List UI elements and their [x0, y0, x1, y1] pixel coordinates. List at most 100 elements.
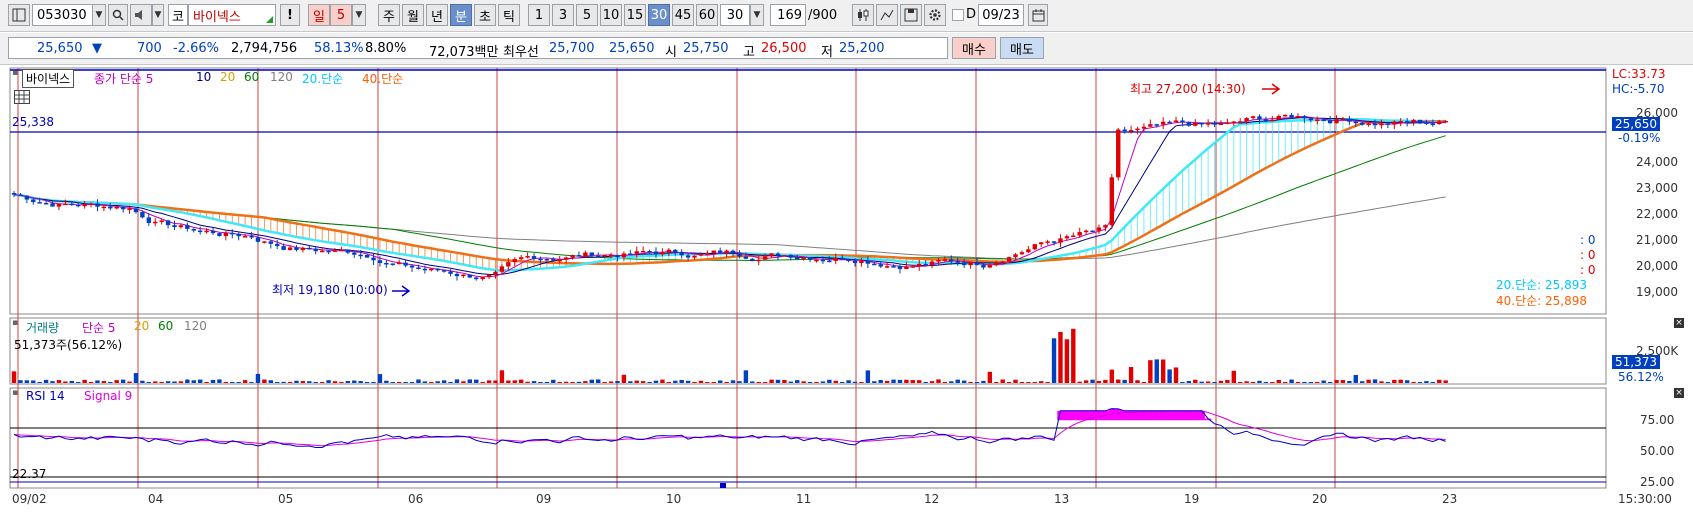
period-dropdown[interactable]: ▼: [352, 4, 366, 26]
legend-vol-ma5: 단순 5: [82, 321, 116, 335]
volume-bar: [1109, 369, 1115, 383]
candle-body: [191, 228, 196, 231]
candle-body: [531, 256, 537, 259]
volume-bar: [1051, 338, 1057, 383]
close-icon[interactable]: ×: [1674, 318, 1684, 328]
legend-close-ma5: 종가 단순 5: [94, 72, 154, 86]
candle-body: [525, 256, 530, 258]
stock-code-input[interactable]: 053030: [32, 4, 94, 26]
interval-button-1[interactable]: 1: [528, 4, 550, 26]
stock-name-field[interactable]: 바이넥스: [188, 4, 276, 26]
candle-body: [1238, 121, 1243, 123]
draw-tool-icon[interactable]: [876, 4, 898, 26]
y-tick: 23,000: [1636, 181, 1678, 195]
interval-button-60[interactable]: 60: [696, 4, 718, 26]
period-week-button[interactable]: 주: [378, 4, 400, 26]
period-value-field[interactable]: 5: [330, 4, 352, 26]
volume-bar: [904, 379, 909, 383]
candle-body: [801, 257, 806, 260]
interval-button-5[interactable]: 5: [576, 4, 598, 26]
candle-body: [1103, 225, 1108, 228]
volume-bar: [43, 379, 49, 383]
save-icon[interactable]: [900, 4, 922, 26]
candle-body: [1180, 120, 1185, 122]
volume-bar: [987, 371, 993, 383]
price-panel-frame: [9, 67, 1607, 315]
stock-code-dropdown[interactable]: ▼: [92, 4, 106, 26]
period-month-button[interactable]: 월: [402, 4, 424, 26]
candle-body: [204, 230, 209, 233]
sell-button[interactable]: 매도: [1000, 37, 1044, 59]
candle-body: [197, 230, 203, 233]
interval-dropdown[interactable]: ▼: [750, 4, 764, 26]
period-second-button[interactable]: 초: [474, 4, 496, 26]
candle-body: [249, 236, 254, 238]
volume-bar: [762, 382, 768, 383]
table-icon[interactable]: [14, 90, 30, 107]
date-input[interactable]: 09/23: [978, 4, 1024, 26]
speaker-icon[interactable]: [130, 4, 152, 26]
volume-bar: [486, 380, 492, 383]
layout-icon[interactable]: [8, 4, 30, 26]
alert-button[interactable]: !: [280, 4, 300, 26]
volume-bar: [1218, 380, 1224, 383]
volume-bar: [852, 381, 858, 383]
period-minute-button[interactable]: 분: [450, 4, 472, 26]
candle-body: [1225, 122, 1230, 124]
candle-body: [1090, 230, 1095, 233]
date-checkbox[interactable]: [952, 9, 964, 21]
volume-bar: [441, 380, 447, 383]
volume-bar: [82, 379, 87, 383]
volume-bar: [1193, 379, 1198, 383]
candle-body: [1154, 124, 1159, 126]
close-icon[interactable]: ×: [1674, 388, 1684, 398]
volume-bar: [615, 381, 620, 383]
calendar-icon[interactable]: [1028, 4, 1048, 26]
high-label: 고: [743, 45, 755, 60]
volume-bar: [50, 381, 55, 383]
volume-current-tag: 51,373: [1612, 355, 1660, 369]
volume-bar: [1212, 382, 1217, 383]
interval-button-30[interactable]: 30: [648, 4, 670, 26]
volume-bar: [1424, 381, 1429, 383]
volume-bar: [634, 380, 639, 383]
candle-body: [1424, 122, 1429, 124]
date-prefix: D: [966, 7, 977, 22]
candle-body: [223, 232, 229, 236]
period-year-button[interactable]: 년: [426, 4, 448, 26]
speaker-dropdown[interactable]: ▼: [152, 4, 164, 26]
interval-button-10[interactable]: 10: [600, 4, 622, 26]
volume-bar: [313, 381, 318, 383]
volume-bar: [76, 382, 81, 383]
buy-button[interactable]: 매수: [952, 37, 996, 59]
candle-body: [949, 259, 954, 262]
volume-bar: [101, 381, 107, 383]
volume-bar: [165, 381, 171, 383]
candle-body: [50, 203, 55, 207]
candle-body: [1199, 122, 1204, 125]
interval-select[interactable]: 30: [720, 4, 750, 26]
open-label: 시: [665, 45, 677, 60]
zero-label-1: : 0: [1580, 233, 1596, 247]
interval-button-15[interactable]: 15: [624, 4, 646, 26]
interval-button-3[interactable]: 3: [552, 4, 574, 26]
period-day-button[interactable]: 일: [308, 4, 330, 26]
stock-name: 바이넥스: [193, 9, 241, 25]
search-icon[interactable]: [108, 4, 128, 26]
period-week-label: 주: [383, 9, 395, 25]
candle-body: [461, 274, 466, 277]
candle-body: [88, 203, 94, 205]
interval-button-45[interactable]: 45: [672, 4, 694, 26]
period-tick-button[interactable]: 틱: [498, 4, 520, 26]
candle-body: [981, 264, 986, 268]
candle-body: [1026, 249, 1031, 253]
candle-icon[interactable]: [852, 4, 874, 26]
candle-body: [1437, 121, 1442, 125]
candle-body: [929, 261, 935, 265]
high-annotation: 최고 27,200 (14:30): [1130, 82, 1246, 96]
gear-icon[interactable]: [924, 4, 946, 26]
count-input[interactable]: 169: [770, 4, 806, 26]
volume-bar: [801, 381, 806, 383]
price-panel-badge[interactable]: 바이넥스: [22, 69, 75, 88]
stock-chart[interactable]: [0, 66, 1693, 513]
